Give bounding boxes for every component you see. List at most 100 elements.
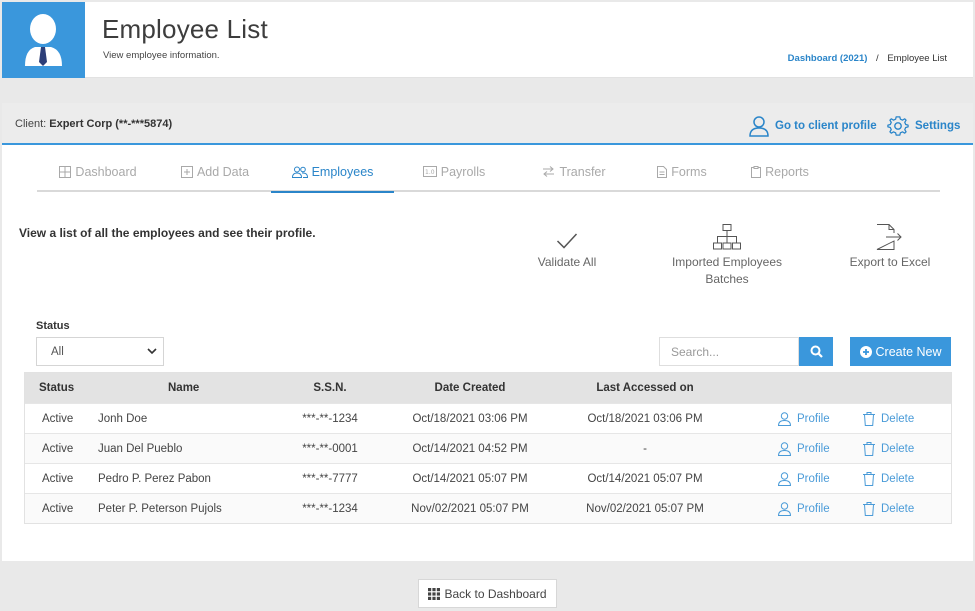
- profile-link[interactable]: Profile: [778, 464, 830, 494]
- row-date-created: Oct/18/2021 03:06 PM: [412, 413, 528, 425]
- users-icon: [291, 166, 308, 178]
- tab-add-data-label: Add Data: [196, 165, 250, 179]
- profile-link[interactable]: Profile: [778, 434, 830, 464]
- export-excel-button[interactable]: Export to Excel: [840, 220, 940, 271]
- profile-link-label: Profile: [797, 443, 830, 455]
- table-row: Active Pedro P. Perez Pabon ***-**-7777 …: [25, 463, 951, 493]
- chevron-down-icon: [147, 348, 157, 355]
- row-name: Jonh Doe: [98, 413, 148, 425]
- client-label: Client: Expert Corp (**-***5874): [15, 118, 172, 130]
- profile-link-label: Profile: [797, 413, 830, 425]
- employee-person-icon: [25, 14, 62, 66]
- imported-batches-label-line1: Imported Employees: [671, 255, 783, 269]
- row-last-accessed: -: [643, 443, 647, 455]
- delete-link-label: Delete: [881, 473, 915, 485]
- validate-all-button[interactable]: Validate All: [527, 220, 607, 271]
- tab-payrolls[interactable]: 1.0 Payrolls: [394, 158, 514, 192]
- gear-icon: [887, 116, 909, 136]
- breadcrumb-current: Employee List: [887, 53, 947, 64]
- settings-link[interactable]: Settings: [887, 115, 960, 137]
- user-icon: [778, 412, 791, 426]
- back-to-dashboard-label: Back to Dashboard: [444, 586, 547, 601]
- user-icon: [778, 472, 791, 486]
- row-date-created: Nov/02/2021 05:07 PM: [411, 503, 529, 515]
- row-last-accessed: Nov/02/2021 05:07 PM: [586, 503, 704, 515]
- client-profile-link[interactable]: Go to client profile: [749, 115, 877, 137]
- table-header: Status Name S.S.N. Date Created Last Acc…: [25, 373, 951, 403]
- profile-link[interactable]: Profile: [778, 494, 830, 524]
- export-excel-label: Export to Excel: [849, 255, 931, 269]
- row-last-accessed: Oct/18/2021 03:06 PM: [587, 413, 703, 425]
- svg-text:1.0: 1.0: [425, 169, 435, 176]
- create-new-button[interactable]: Create New: [850, 337, 951, 366]
- user-icon: [778, 442, 791, 456]
- document-icon: [657, 166, 668, 178]
- hierarchy-icon: [713, 224, 741, 250]
- tab-employees[interactable]: Employees: [271, 158, 394, 193]
- row-status: Active: [42, 413, 74, 425]
- imported-batches-button[interactable]: Imported Employees Batches: [662, 220, 792, 288]
- delete-link[interactable]: Delete: [863, 494, 914, 524]
- tab-dashboard[interactable]: Dashboard: [37, 158, 159, 192]
- employee-table: Status Name S.S.N. Date Created Last Acc…: [24, 372, 952, 524]
- client-bar: Client: Expert Corp (**-***5874) Go to c…: [2, 103, 973, 145]
- checkmark-icon: [556, 233, 578, 249]
- plus-circle-icon: [859, 345, 872, 358]
- delete-link-label: Delete: [881, 503, 915, 515]
- header-ssn[interactable]: S.S.N.: [285, 373, 375, 403]
- table-row: Active Jonh Doe ***-**-1234 Oct/18/2021 …: [25, 403, 951, 433]
- tab-transfer[interactable]: Transfer: [514, 158, 634, 192]
- trash-icon: [863, 472, 875, 486]
- table-row: Active Juan Del Pueblo ***-**-0001 Oct/1…: [25, 433, 951, 463]
- row-name: Peter P. Peterson Pujols: [98, 503, 222, 515]
- header-name[interactable]: Name: [168, 373, 199, 403]
- row-last-accessed: Oct/14/2021 05:07 PM: [587, 473, 703, 485]
- delete-link[interactable]: Delete: [863, 404, 914, 434]
- breadcrumb: Dashboard (2021) / Employee List: [788, 53, 947, 64]
- trash-icon: [863, 502, 875, 516]
- plus-square-icon: [180, 166, 193, 178]
- page-title: Employee List: [102, 14, 268, 44]
- trash-icon: [863, 442, 875, 456]
- user-icon: [778, 502, 791, 516]
- export-file-icon: [876, 224, 902, 250]
- delete-link[interactable]: Delete: [863, 464, 914, 494]
- client-name: Expert Corp (**-***5874): [49, 118, 173, 130]
- tab-add-data[interactable]: Add Data: [159, 158, 271, 192]
- row-date-created: Oct/14/2021 05:07 PM: [412, 473, 528, 485]
- imported-batches-label-line2: Batches: [705, 272, 749, 286]
- header-status[interactable]: Status: [39, 373, 74, 403]
- status-select-value: All: [51, 346, 64, 358]
- status-select[interactable]: All: [36, 337, 164, 366]
- search-button[interactable]: [799, 337, 833, 366]
- search-input[interactable]: Search...: [659, 337, 799, 366]
- row-ssn: ***-**-0001: [302, 443, 358, 455]
- tab-forms[interactable]: Forms: [634, 158, 730, 192]
- row-status: Active: [42, 473, 74, 485]
- header-last-accessed[interactable]: Last Accessed on: [580, 373, 710, 403]
- client-profile-label: Go to client profile: [775, 120, 877, 132]
- page-subtitle: View employee information.: [103, 50, 220, 61]
- validate-all-label: Validate All: [537, 255, 597, 269]
- row-date-created: Oct/14/2021 04:52 PM: [412, 443, 528, 455]
- profile-link[interactable]: Profile: [778, 404, 830, 434]
- intro-text: View a list of all the employees and see…: [19, 226, 316, 240]
- delete-link-label: Delete: [881, 413, 915, 425]
- tab-reports[interactable]: Reports: [730, 158, 830, 192]
- grid-icon: [428, 587, 441, 600]
- header-date-created[interactable]: Date Created: [405, 373, 535, 403]
- profile-link-label: Profile: [797, 473, 830, 485]
- row-status: Active: [42, 503, 74, 515]
- grid-icon: [59, 166, 72, 178]
- page-header: Employee List View employee information.…: [2, 2, 973, 78]
- tab-payrolls-label: Payrolls: [440, 165, 486, 179]
- create-new-label: Create New: [875, 344, 942, 359]
- payroll-icon: 1.0: [422, 166, 437, 177]
- row-status: Active: [42, 443, 74, 455]
- main-card: Client: Expert Corp (**-***5874) Go to c…: [2, 103, 973, 561]
- settings-label: Settings: [915, 120, 961, 132]
- nav-tabs: Dashboard Add Data Employees 1.0 Payroll…: [37, 158, 940, 193]
- delete-link[interactable]: Delete: [863, 434, 914, 464]
- breadcrumb-dashboard-link[interactable]: Dashboard (2021): [788, 53, 868, 64]
- back-to-dashboard-button[interactable]: Back to Dashboard: [418, 579, 557, 608]
